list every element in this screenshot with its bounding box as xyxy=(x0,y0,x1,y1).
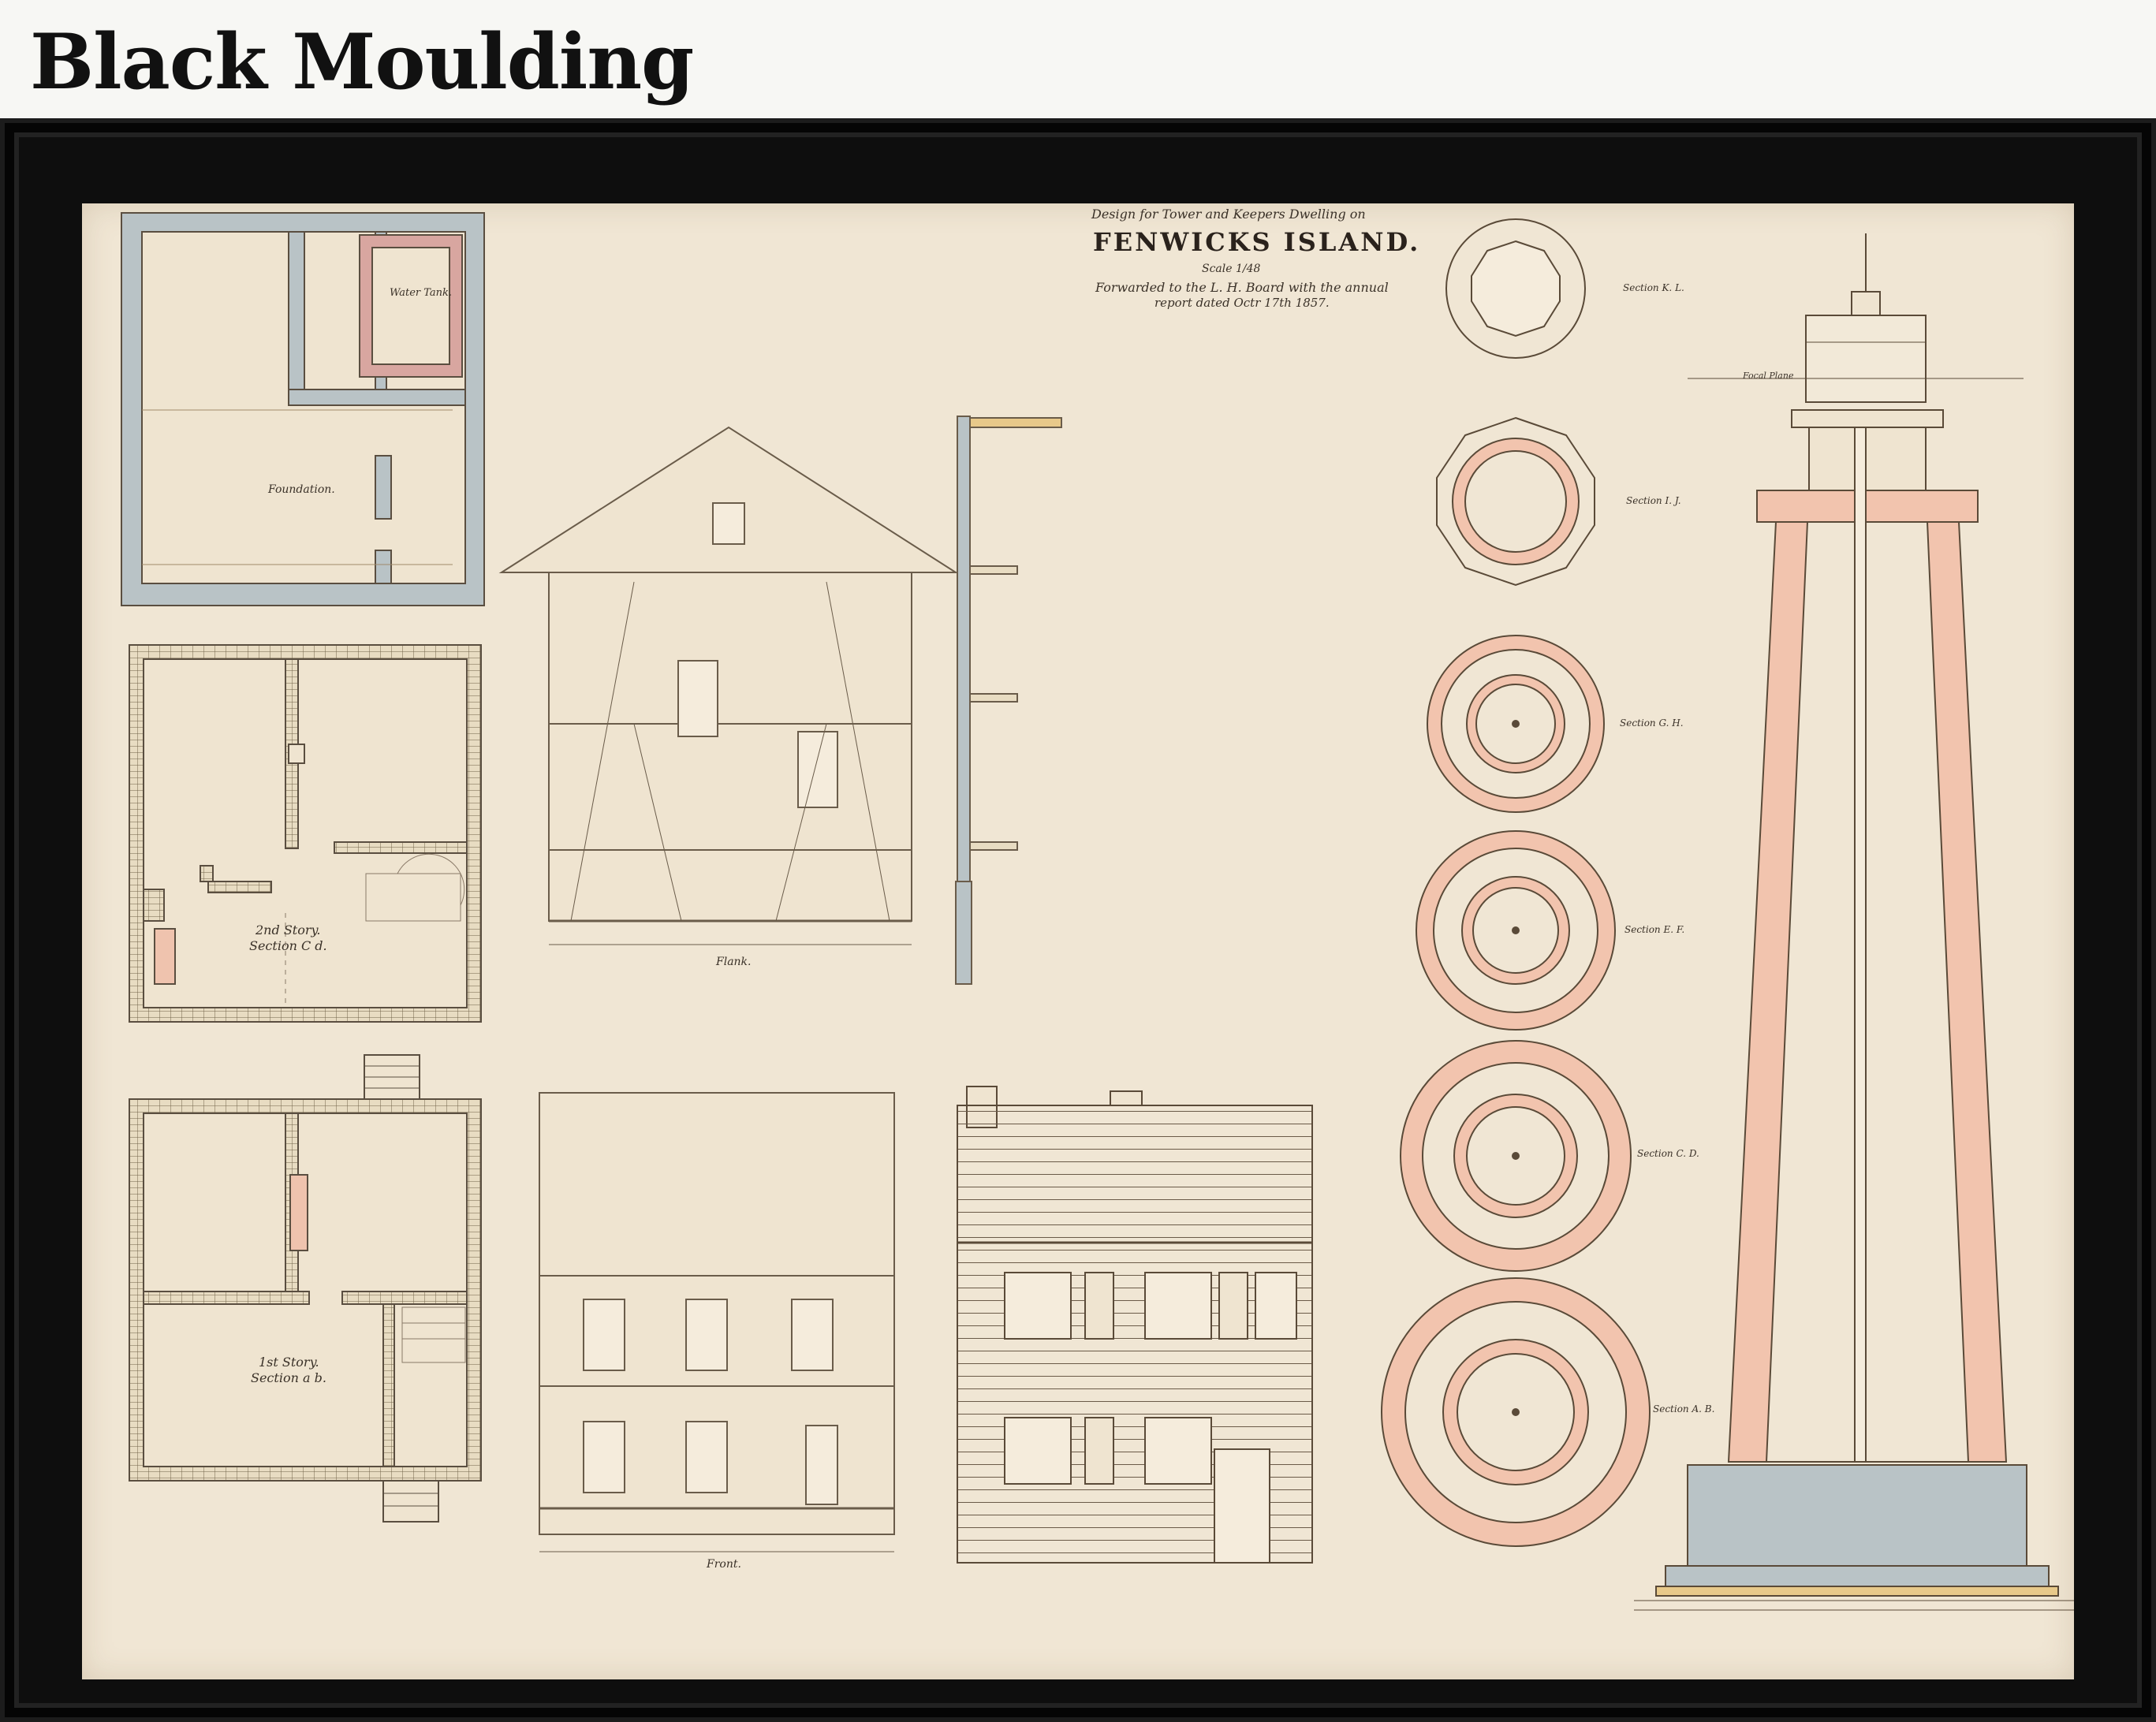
drawing-title: FENWICKS ISLAND. xyxy=(1093,227,1421,257)
tower-sections xyxy=(1381,218,1651,1547)
section-cd-label: Section C. D. xyxy=(1637,1148,1699,1159)
foundation-label: Foundation. xyxy=(268,483,335,496)
first-section-label: Section a b. xyxy=(251,1370,326,1385)
drawing-note-line2: report dated Octr 17th 1857. xyxy=(1154,296,1330,310)
front-elevation-house xyxy=(957,1086,1313,1564)
lighthouse-drawing xyxy=(121,212,2074,1611)
second-story-plan xyxy=(129,644,482,1023)
foundation-plan xyxy=(121,212,485,606)
first-story-plan xyxy=(129,1054,482,1523)
header-bar: Black Moulding xyxy=(0,0,2156,118)
flank-elevation xyxy=(498,426,959,945)
section-kl-label: Section K. L. xyxy=(1623,282,1684,293)
print-artwork: Design for Tower and Keepers Dwelling on… xyxy=(82,203,2074,1679)
drawing-title-line1: Design for Tower and Keepers Dwelling on xyxy=(1091,207,1366,222)
black-moulding-frame: Design for Tower and Keepers Dwelling on… xyxy=(0,118,2156,1722)
section-gh-label: Section G. H. xyxy=(1620,718,1684,729)
second-section-label: Section C d. xyxy=(249,938,327,953)
front-elevation-frame xyxy=(539,1092,895,1552)
focal-plane-label: Focal Plane xyxy=(1743,371,1794,381)
wall-section xyxy=(955,416,1062,985)
section-ab-label: Section A. B. xyxy=(1653,1403,1715,1414)
front-label: Front. xyxy=(707,1558,741,1571)
first-story-label: 1st Story. xyxy=(259,1355,319,1370)
section-ij-label: Section I. J. xyxy=(1626,495,1681,506)
drawing-note-line1: Forwarded to the L. H. Board with the an… xyxy=(1095,280,1389,295)
flank-label: Flank. xyxy=(716,956,752,968)
section-ef-label: Section E. F. xyxy=(1624,924,1685,935)
second-story-label: 2nd Story. xyxy=(256,922,321,937)
page-title: Black Moulding xyxy=(30,17,694,106)
drawing-scale: Scale 1/48 xyxy=(1202,263,1261,275)
water-tank-label: Water Tank. xyxy=(390,287,453,299)
